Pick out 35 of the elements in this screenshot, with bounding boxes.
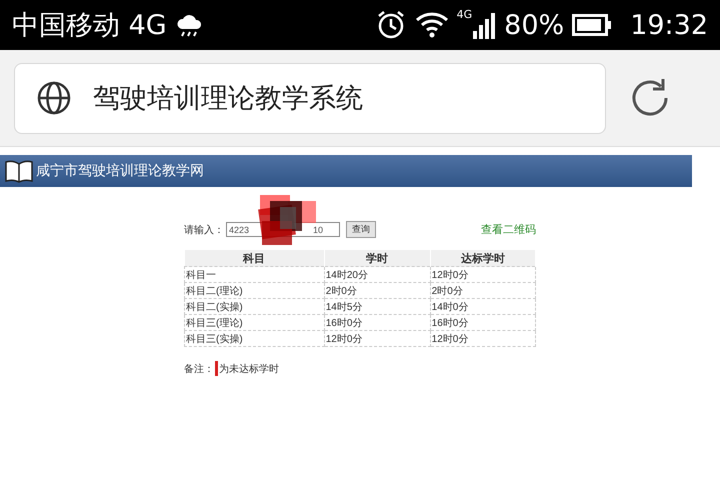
address-bar[interactable]: 驾驶培训理论教学系统 [14,62,606,134]
query-button[interactable]: 查询 [346,221,376,238]
table-cell: 科目二(理论) [184,282,324,298]
column-header: 达标学时 [430,250,536,266]
legend-swatch [215,361,218,376]
table-cell: 科目二(实操) [184,298,324,314]
wifi-icon [414,11,449,39]
table-cell: 16时0分 [430,314,536,330]
table-cell: 科目一 [184,266,324,282]
table-cell: 科目三(实操) [184,330,324,346]
carrier-label: 中国移动 4G [12,9,167,43]
battery-percent: 80% [504,10,564,40]
table-cell: 12时0分 [430,330,536,346]
table-cell: 16时0分 [324,314,430,330]
network-type-label: 4G [456,8,472,21]
table-cell: 2时0分 [324,282,430,298]
table-cell: 14时0分 [430,298,536,314]
open-book-icon [4,159,34,183]
table-cell: 2时0分 [430,282,536,298]
column-header: 学时 [324,250,430,266]
globe-icon [37,81,71,115]
signal-icon [472,11,496,39]
qr-code-link[interactable]: 查看二维码 [481,222,536,237]
table-cell: 12时0分 [324,330,430,346]
table-cell: 科目三(理论) [184,314,324,330]
note-text: 为未达标学时 [219,362,279,376]
note-label: 备注： [184,362,214,376]
column-header: 科目 [184,250,324,266]
clock-time: 19:32 [630,10,708,40]
site-title: 咸宁市驾驶培训理论教学网 [36,162,204,180]
input-label: 请输入： [184,224,224,236]
table-cell: 12时0分 [430,266,536,282]
table-cell: 14时5分 [324,298,430,314]
battery-icon [572,14,612,36]
table-cell: 14时20分 [324,266,430,282]
